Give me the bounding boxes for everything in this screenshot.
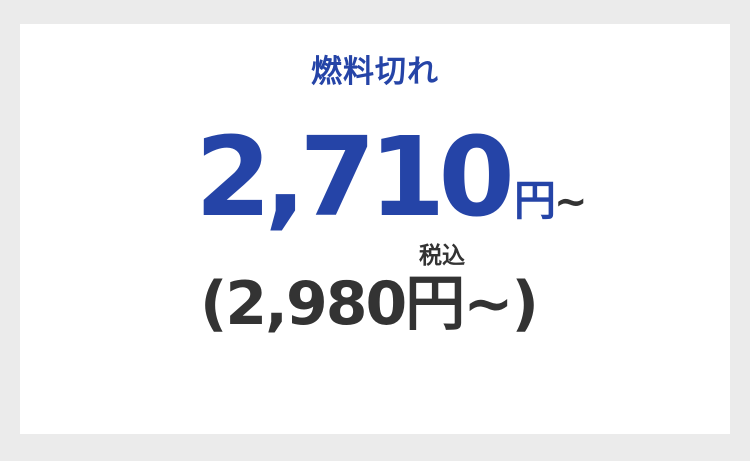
price-amount: 2,710 bbox=[195, 113, 515, 241]
service-title: 燃料切れ bbox=[311, 54, 439, 90]
tax-price-amount: 2,980 bbox=[225, 269, 407, 339]
tax-price-tilde: ~ bbox=[463, 269, 513, 339]
tax-price-unit: 円 bbox=[405, 269, 465, 339]
price-tax-included: (2,980円~) bbox=[200, 262, 539, 346]
price-tilde: ~ bbox=[553, 179, 588, 225]
tax-open-paren: ( bbox=[200, 269, 227, 339]
price-unit: 円 bbox=[513, 176, 556, 225]
price-main: 2,710 円~ bbox=[195, 112, 587, 242]
tax-close-paren: ) bbox=[511, 269, 539, 339]
